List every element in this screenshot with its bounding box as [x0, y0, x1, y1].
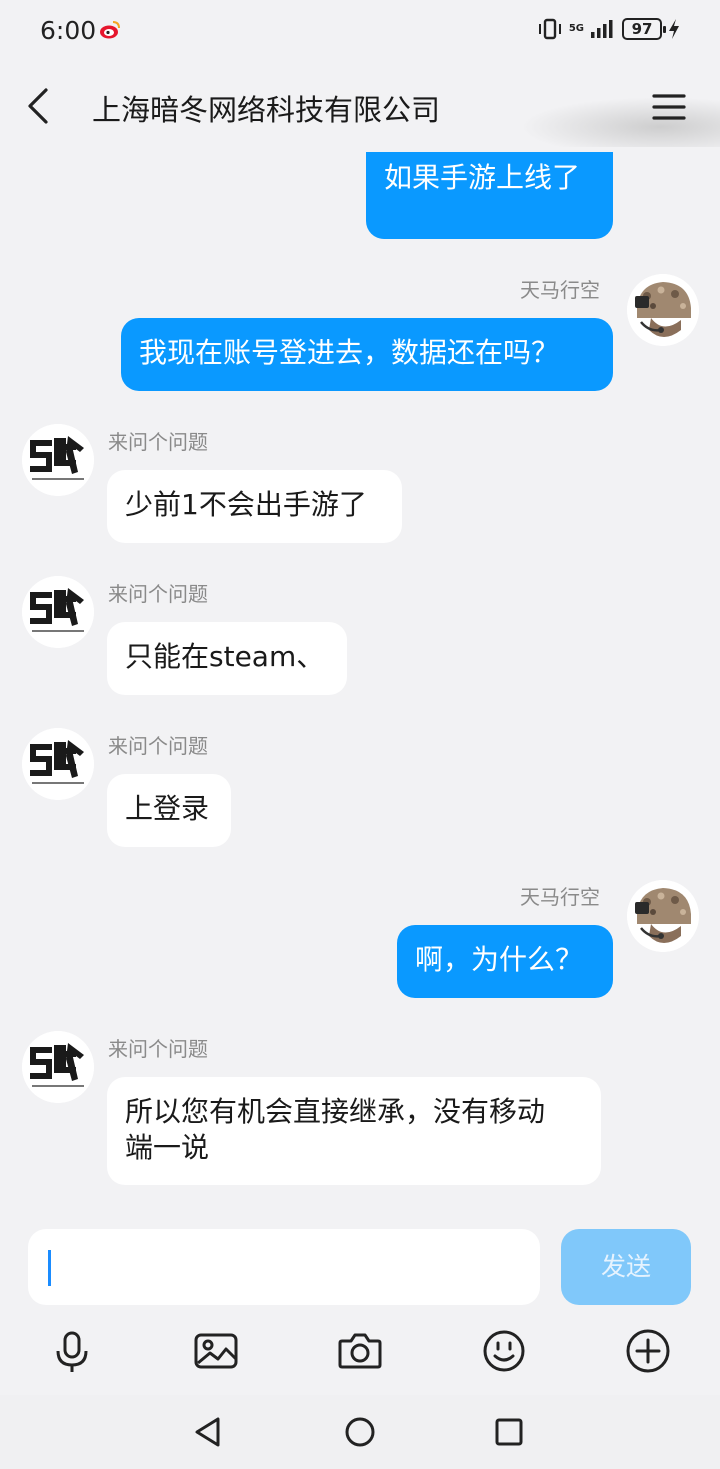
message-bubble-incoming[interactable]: 少前1不会出手游了 [107, 470, 402, 543]
message-text-line: 所以您有机会直接继承，没有移动 [125, 1095, 546, 1128]
image-icon[interactable] [192, 1327, 240, 1375]
message-bubble-outgoing[interactable]: 如果手游上线了 [366, 152, 613, 239]
chat-header: 上海暗冬网络科技有限公司 [0, 62, 720, 152]
message-bubble-incoming[interactable]: 所以您有机会直接继承，没有移动 端一说 [107, 1077, 601, 1185]
message-bubble-incoming[interactable]: 上登录 [107, 774, 231, 847]
header-shadow [520, 97, 720, 147]
sender-name: 来问个问题 [108, 1037, 208, 1061]
avatar-contact[interactable] [22, 424, 94, 496]
microphone-icon[interactable] [48, 1327, 96, 1375]
avatar-self[interactable] [627, 880, 699, 952]
system-nav-bar [0, 1395, 720, 1469]
message-text: 啊，为什么？ [415, 943, 584, 976]
weibo-icon [100, 21, 120, 39]
avatar-contact[interactable] [22, 1031, 94, 1103]
status-time: 6:00 [40, 16, 97, 45]
signal-icon [591, 20, 613, 38]
vibrate-icon [538, 18, 561, 40]
game-logo-avatar-icon [22, 1031, 94, 1103]
back-arrow-icon[interactable] [24, 84, 54, 128]
network-type: 5G [568, 23, 584, 34]
message-list[interactable]: 如果手游上线了 天马行空 我现在账号登进去，数据还在吗？ 来问个问题 少前1不会… [0, 152, 720, 1215]
text-caret [48, 1250, 51, 1286]
recents-square-icon[interactable] [492, 1415, 526, 1449]
send-button[interactable]: 发送 [561, 1229, 691, 1305]
soldier-avatar-icon [627, 274, 699, 346]
battery-indicator: 97 [622, 18, 666, 40]
sender-name: 来问个问题 [108, 430, 208, 454]
charging-icon [669, 19, 679, 39]
sender-name: 来问个问题 [108, 734, 208, 758]
sender-name: 来问个问题 [108, 582, 208, 606]
game-logo-avatar-icon [22, 576, 94, 648]
game-logo-avatar-icon [22, 728, 94, 800]
avatar-self[interactable] [627, 274, 699, 346]
message-text: 少前1不会出手游了 [125, 488, 367, 521]
message-input[interactable] [28, 1229, 540, 1305]
message-bubble-outgoing[interactable]: 啊，为什么？ [397, 925, 613, 998]
status-indicators: 5G 97 [537, 18, 680, 40]
sender-name: 天马行空 [520, 278, 600, 302]
back-triangle-icon[interactable] [192, 1415, 226, 1449]
home-circle-icon[interactable] [343, 1415, 377, 1449]
message-text-line: 端一说 [125, 1131, 210, 1164]
composer: 发送 [0, 1215, 720, 1395]
soldier-avatar-icon [627, 880, 699, 952]
chat-title: 上海暗冬网络科技有限公司 [92, 93, 441, 127]
message-text: 上登录 [125, 792, 210, 825]
avatar-contact[interactable] [22, 576, 94, 648]
message-bubble-incoming[interactable]: 只能在steam、 [107, 622, 347, 695]
message-text: 如果手游上线了 [384, 161, 581, 194]
sender-name: 天马行空 [520, 885, 600, 909]
camera-icon[interactable] [336, 1327, 384, 1375]
emoji-icon[interactable] [480, 1327, 528, 1375]
plus-icon[interactable] [624, 1327, 672, 1375]
menu-icon[interactable] [652, 92, 686, 122]
game-logo-avatar-icon [22, 424, 94, 496]
avatar-contact[interactable] [22, 728, 94, 800]
message-text: 我现在账号登进去，数据还在吗？ [139, 336, 560, 369]
message-text: 只能在steam、 [125, 640, 325, 673]
message-bubble-outgoing[interactable]: 我现在账号登进去，数据还在吗？ [121, 318, 613, 391]
status-bar: 6:00 5G 97 [0, 0, 720, 62]
